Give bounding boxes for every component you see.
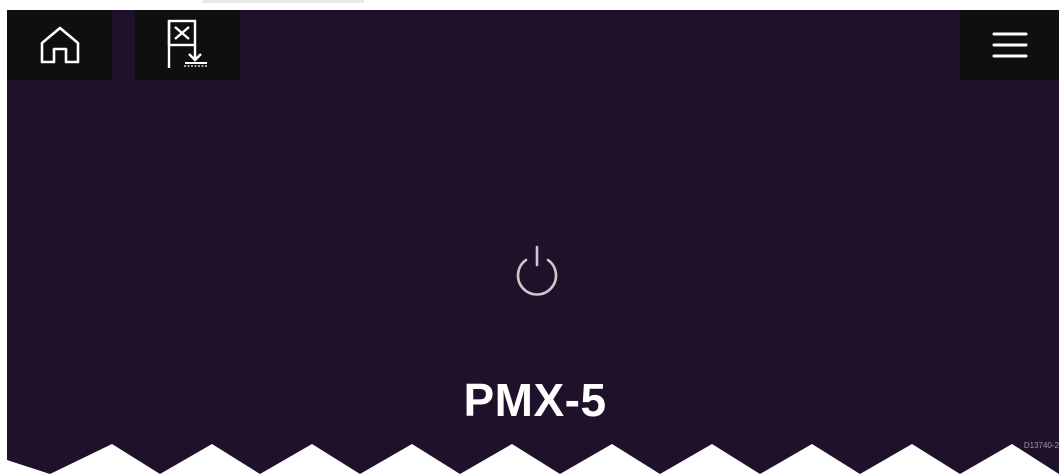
torn-edge-decoration xyxy=(0,444,1059,474)
mob-waypoint-icon xyxy=(167,19,208,68)
home-icon xyxy=(40,26,79,64)
power-icon xyxy=(516,245,558,296)
menu-button[interactable] xyxy=(960,10,1059,80)
device-name: PMX-5 xyxy=(463,374,607,426)
mob-waypoint-button[interactable] xyxy=(135,10,240,80)
home-button[interactable] xyxy=(7,10,112,80)
hamburger-menu-icon xyxy=(992,32,1027,58)
top-tab-strip xyxy=(202,0,364,3)
reference-code: D13740-2 xyxy=(1023,441,1059,450)
